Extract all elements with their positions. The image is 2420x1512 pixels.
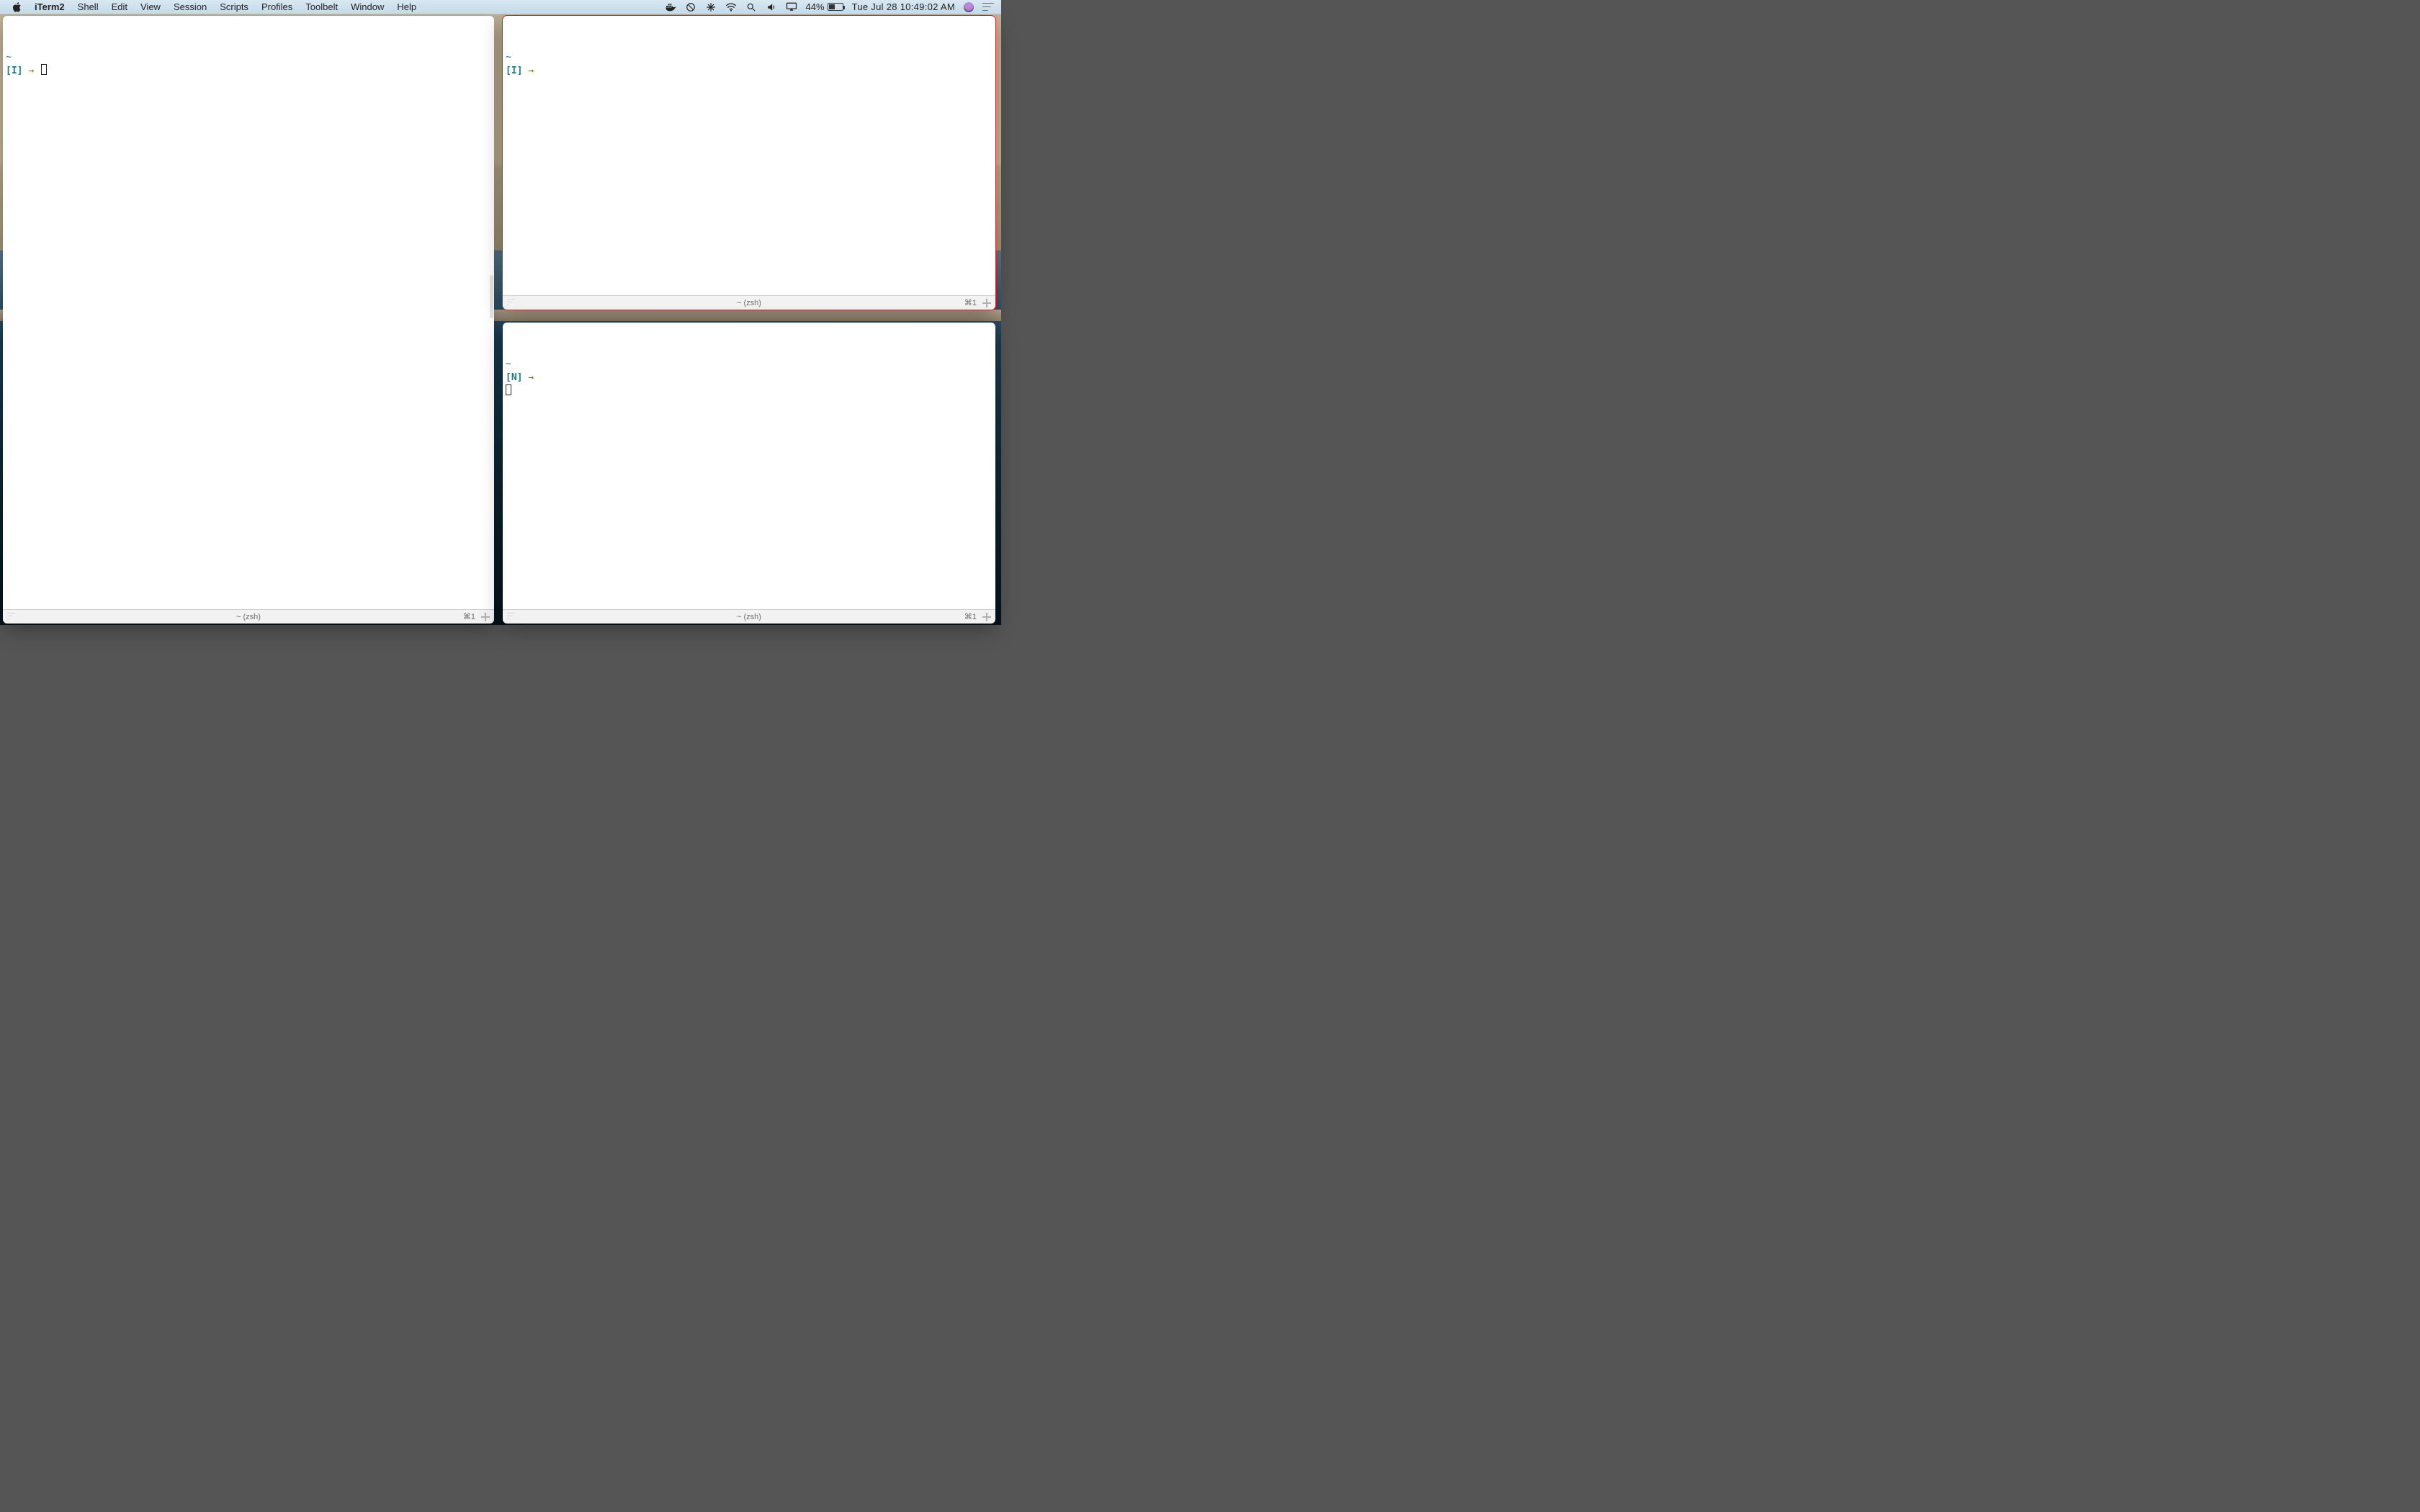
workspace: ~ [I] → ~ (zsh) ⌘1 ~ [I] → ~ (zsh) ⌘1 ~ — [0, 14, 1001, 625]
terminal-pane-right-bottom[interactable]: ~ [N] → — [503, 323, 995, 609]
tab-shortcut-label: ⌘1 — [463, 612, 475, 621]
battery-status[interactable]: 44% — [806, 1, 843, 12]
spotlight-icon[interactable] — [745, 1, 757, 13]
prompt-blank-line — [6, 38, 12, 49]
menu-edit[interactable]: Edit — [105, 0, 134, 14]
tab-drag-handle-icon[interactable] — [7, 613, 15, 621]
prompt-mode: [I] — [506, 66, 522, 76]
terminal-pane-left[interactable]: ~ [I] → — [3, 16, 494, 609]
menu-profiles[interactable]: Profiles — [255, 0, 299, 14]
macos-menubar: iTerm2 Shell Edit View Session Scripts P… — [0, 0, 1001, 14]
new-tab-button[interactable] — [481, 613, 490, 621]
new-tab-button[interactable] — [982, 613, 991, 621]
prompt-arrow-icon: → — [528, 66, 534, 76]
menu-view[interactable]: View — [134, 0, 167, 14]
terminal-window-left[interactable]: ~ [I] → ~ (zsh) ⌘1 — [3, 16, 494, 624]
text-cursor — [41, 64, 47, 75]
new-tab-button[interactable] — [982, 299, 991, 307]
notification-center-icon[interactable] — [982, 3, 994, 12]
battery-percent-label: 44% — [806, 1, 825, 12]
prompt-arrow-icon: → — [28, 66, 34, 76]
menubar-status-area: 44% Tue Jul 28 10:49:02 AM — [665, 1, 997, 13]
spectacle-icon[interactable] — [705, 1, 717, 13]
menu-scripts[interactable]: Scripts — [213, 0, 255, 14]
tab-bar-right-bottom: ~ (zsh) ⌘1 — [503, 609, 995, 624]
menu-toolbelt[interactable]: Toolbelt — [299, 0, 344, 14]
apple-icon — [12, 2, 22, 12]
airplay-icon[interactable] — [786, 1, 797, 13]
tab-drag-handle-icon[interactable] — [507, 299, 515, 307]
terminal-pane-right-top[interactable]: ~ [I] → — [503, 16, 995, 295]
docker-icon[interactable] — [665, 1, 676, 13]
prompt-blank-line — [506, 38, 511, 49]
wifi-icon[interactable] — [725, 1, 737, 13]
prompt-blank-line — [506, 345, 511, 356]
menubar-menus: iTerm2 Shell Edit View Session Scripts P… — [6, 0, 423, 14]
tab-title[interactable]: ~ (zsh) — [737, 613, 761, 621]
prompt-mode: [I] — [6, 66, 22, 76]
menu-window[interactable]: Window — [344, 0, 390, 14]
apple-menu[interactable] — [6, 2, 28, 12]
tab-bar-right-top: ~ (zsh) ⌘1 — [503, 295, 995, 310]
prompt-path: ~ — [506, 52, 511, 63]
prompt-mode: [N] — [506, 372, 522, 383]
menu-help[interactable]: Help — [390, 0, 423, 14]
battery-icon — [828, 3, 843, 11]
scrollbar-thumb[interactable] — [490, 275, 493, 318]
tab-bar-left: ~ (zsh) ⌘1 — [3, 609, 494, 624]
menu-session[interactable]: Session — [167, 0, 213, 14]
menu-shell[interactable]: Shell — [71, 0, 105, 14]
tab-title[interactable]: ~ (zsh) — [236, 613, 261, 621]
prompt-path: ~ — [6, 52, 12, 63]
volume-icon[interactable] — [766, 1, 777, 13]
app-menu[interactable]: iTerm2 — [28, 0, 71, 14]
tab-drag-handle-icon[interactable] — [507, 613, 515, 621]
tab-title[interactable]: ~ (zsh) — [737, 299, 761, 307]
terminal-window-right-bottom[interactable]: ~ [N] → ~ (zsh) ⌘1 — [503, 323, 995, 624]
prompt-path: ~ — [506, 359, 511, 369]
terminal-window-right-top[interactable]: ~ [I] → ~ (zsh) ⌘1 — [503, 16, 995, 310]
siri-icon[interactable] — [964, 2, 974, 12]
tab-shortcut-label: ⌘1 — [964, 298, 977, 307]
menubar-clock[interactable]: Tue Jul 28 10:49:02 AM — [852, 1, 955, 12]
prompt-arrow-icon: → — [528, 372, 534, 383]
do-not-disturb-icon[interactable] — [685, 1, 696, 13]
tab-shortcut-label: ⌘1 — [964, 612, 977, 621]
text-cursor — [506, 384, 511, 395]
